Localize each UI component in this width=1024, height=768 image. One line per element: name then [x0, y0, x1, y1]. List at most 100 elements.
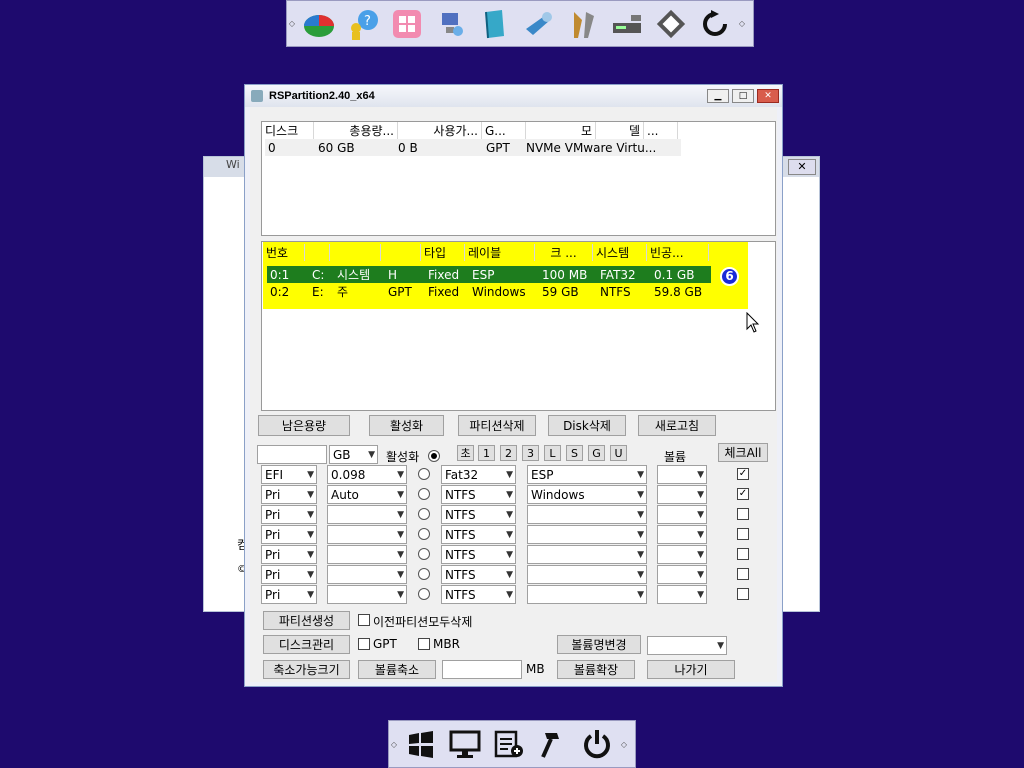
size-input[interactable] [257, 445, 327, 464]
drive-icon[interactable] [605, 3, 649, 45]
partition-size-select[interactable]: ▼ [327, 545, 407, 564]
volume-name-select[interactable]: ▼ [647, 636, 727, 655]
volume-select[interactable]: ▼ [657, 525, 707, 544]
col-header[interactable]: 타입 [421, 244, 465, 261]
col-header[interactable] [330, 244, 381, 261]
active-radio[interactable] [428, 450, 440, 462]
col-header[interactable]: 모 [526, 122, 596, 139]
volume-select[interactable]: ▼ [657, 565, 707, 584]
extend-volume-button[interactable]: 볼륨확장 [557, 660, 635, 679]
col-header[interactable]: 크 ... [535, 244, 593, 261]
label-select[interactable]: ▼ [527, 525, 647, 544]
active-radio[interactable] [418, 548, 430, 560]
active-radio[interactable] [418, 508, 430, 520]
delete-previous-checkbox[interactable] [358, 614, 370, 626]
partition-type-select[interactable]: Pri ▼ [261, 585, 317, 604]
quick-button-2[interactable]: 2 [500, 445, 517, 461]
row-checkbox[interactable] [737, 528, 749, 540]
quick-button-u[interactable]: U [610, 445, 627, 461]
volume-select[interactable]: ▼ [657, 585, 707, 604]
col-header[interactable]: 델 [596, 122, 644, 139]
partition-size-select[interactable]: ▼ [327, 585, 407, 604]
partition-type-select[interactable]: Pri ▼ [261, 505, 317, 524]
gpt-checkbox[interactable] [358, 638, 370, 650]
label-select[interactable]: ESP ▼ [527, 465, 647, 484]
col-header[interactable] [381, 244, 421, 261]
refresh-button[interactable]: 새로고침 [638, 415, 716, 436]
shrink-volume-button[interactable]: 볼륨축소 [358, 660, 436, 679]
partition-type-select[interactable]: EFI ▼ [261, 465, 317, 484]
table-row-selected[interactable]: 0:1 C: 시스템 H Fixed ESP 100 MB FAT32 0.1 … [267, 266, 711, 283]
grip-handle[interactable]: ◇ [389, 740, 399, 749]
partition-size-select[interactable]: ▼ [327, 565, 407, 584]
windows-flag-icon[interactable] [399, 723, 443, 765]
col-header[interactable] [305, 244, 330, 261]
partition-type-select[interactable]: Pri ▼ [261, 485, 317, 504]
refresh-icon[interactable] [693, 3, 737, 45]
minimize-button[interactable]: ▁ [707, 89, 729, 103]
quick-button-cho[interactable]: 초 [457, 445, 474, 461]
quick-button-l[interactable]: L [544, 445, 561, 461]
quick-button-g[interactable]: G [588, 445, 605, 461]
label-select[interactable]: ▼ [527, 505, 647, 524]
filesystem-select[interactable]: NTFS ▼ [441, 485, 516, 504]
active-radio[interactable] [418, 568, 430, 580]
partition-type-select[interactable]: Pri ▼ [261, 545, 317, 564]
row-checkbox[interactable]: ✓ [737, 488, 749, 500]
col-header[interactable]: 레이블 [465, 244, 535, 261]
exit-button[interactable]: 나가기 [647, 660, 735, 679]
close-button[interactable]: ✕ [757, 89, 779, 103]
delete-disk-button[interactable]: Disk삭제 [548, 415, 626, 436]
grip-handle-right[interactable]: ◇ [737, 19, 747, 28]
remaining-capacity-button[interactable]: 남은용량 [258, 415, 350, 436]
partition-size-select[interactable]: ▼ [327, 525, 407, 544]
create-partition-button[interactable]: 파티션생성 [263, 611, 350, 630]
col-header[interactable]: 빈공... [647, 244, 709, 261]
col-header[interactable]: 총용량... [314, 122, 398, 139]
quick-button-1[interactable]: 1 [478, 445, 495, 461]
network-pc-icon[interactable] [429, 3, 473, 45]
disk-management-button[interactable]: 디스크관리 [263, 635, 350, 654]
label-select[interactable]: ▼ [527, 585, 647, 604]
volume-select[interactable]: ▼ [657, 485, 707, 504]
quick-button-s[interactable]: S [566, 445, 583, 461]
delete-partition-button[interactable]: 파티션삭제 [458, 415, 536, 436]
filesystem-select[interactable]: Fat32 ▼ [441, 465, 516, 484]
volume-select[interactable]: ▼ [657, 465, 707, 484]
table-row[interactable]: 0:2 E: 주 GPT Fixed Windows 59 GB NTFS 59… [267, 283, 711, 300]
col-header[interactable]: ... [644, 122, 678, 139]
filesystem-select[interactable]: NTFS ▼ [441, 505, 516, 524]
col-header[interactable]: 시스템 [593, 244, 647, 261]
mbr-checkbox[interactable] [418, 638, 430, 650]
mb-input[interactable] [442, 660, 522, 679]
floppy-icon[interactable] [649, 3, 693, 45]
filesystem-select[interactable]: NTFS ▼ [441, 525, 516, 544]
active-radio[interactable] [418, 488, 430, 500]
volume-select[interactable]: ▼ [657, 505, 707, 524]
disk-list[interactable]: 디스크 총용량... 사용가... G... 모 델 ... 0 60 GB 0… [261, 121, 776, 236]
hammer-icon[interactable] [531, 723, 575, 765]
partition-size-select[interactable]: Auto ▼ [327, 485, 407, 504]
col-header[interactable]: 번호 [263, 244, 305, 261]
active-radio[interactable] [418, 468, 430, 480]
disk-chart-icon[interactable] [297, 3, 341, 45]
partition-type-select[interactable]: Pri ▼ [261, 565, 317, 584]
quick-button-3[interactable]: 3 [522, 445, 539, 461]
user-help-icon[interactable]: ? [341, 3, 385, 45]
col-header[interactable]: 사용가... [398, 122, 482, 139]
grip-handle[interactable]: ◇ [287, 19, 297, 28]
row-checkbox[interactable] [737, 508, 749, 520]
maximize-button[interactable]: □ [732, 89, 754, 103]
row-checkbox[interactable]: ✓ [737, 468, 749, 480]
rename-volume-button[interactable]: 볼륨명변경 [557, 635, 641, 654]
row-checkbox[interactable] [737, 548, 749, 560]
label-select[interactable]: Windows ▼ [527, 485, 647, 504]
unit-select[interactable]: GB ▼ [329, 445, 378, 464]
book-icon[interactable] [473, 3, 517, 45]
partition-type-select[interactable]: Pri ▼ [261, 525, 317, 544]
active-radio[interactable] [418, 528, 430, 540]
label-select[interactable]: ▼ [527, 545, 647, 564]
tasklist-icon[interactable] [487, 723, 531, 765]
partition-list[interactable]: 번호 타입 레이블 크 ... 시스템 빈공... 0:1 C: 시스템 H F… [261, 241, 776, 411]
active-radio[interactable] [418, 588, 430, 600]
